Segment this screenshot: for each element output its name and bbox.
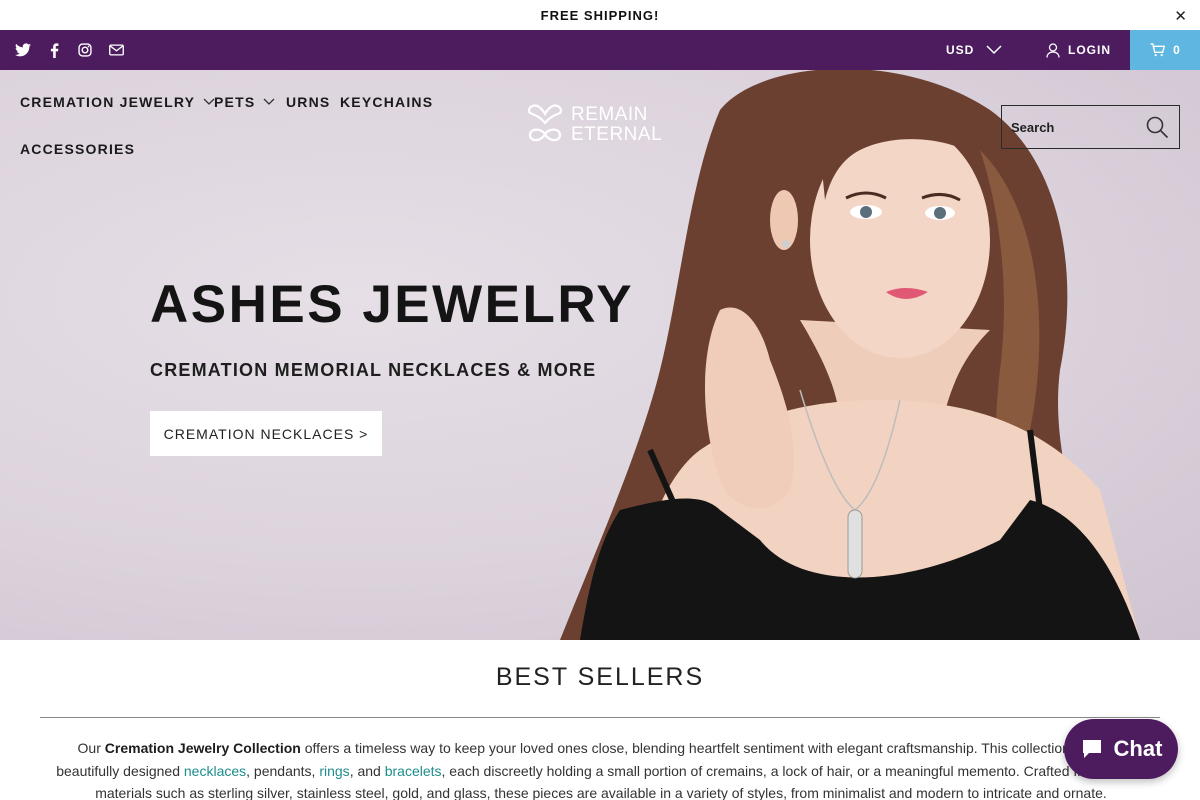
close-icon[interactable]: ✕ xyxy=(1174,7,1188,25)
rings-link[interactable]: rings xyxy=(319,763,349,779)
nav-item-keychains[interactable]: KEYCHAINS xyxy=(340,94,433,110)
chat-button[interactable]: Chat xyxy=(1064,719,1178,779)
chat-label: Chat xyxy=(1113,736,1163,761)
site-logo[interactable]: REMAIN ETERNAL xyxy=(527,102,677,148)
logo-line-2: ETERNAL xyxy=(571,124,663,145)
necklaces-link[interactable]: necklaces xyxy=(184,763,246,779)
user-icon xyxy=(1046,42,1060,58)
nav-item-accessories[interactable]: ACCESSORIES xyxy=(20,141,135,157)
search-box xyxy=(1001,105,1180,149)
hero-title: ASHES JEWELRY xyxy=(150,275,635,334)
divider xyxy=(40,717,1160,718)
cart-button[interactable]: 0 xyxy=(1130,30,1200,70)
nav-item-label: URNS xyxy=(286,94,331,110)
collection-intro: Our Cremation Jewelry Collection offers … xyxy=(56,737,1146,800)
search-input[interactable] xyxy=(1002,106,1142,148)
hero-subtitle: CREMATION MEMORIAL NECKLACES & MORE xyxy=(150,360,597,380)
hero-cta-button[interactable]: CREMATION NECKLACES > xyxy=(150,411,382,456)
cart-icon xyxy=(1150,43,1166,57)
search-icon[interactable] xyxy=(1145,115,1169,139)
intro-bold-text: Cremation Jewelry Collection xyxy=(104,740,301,756)
currency-value: USD xyxy=(946,43,975,57)
login-link[interactable]: LOGIN xyxy=(1046,30,1111,70)
nav-item-urns[interactable]: URNS xyxy=(286,94,330,110)
email-icon[interactable] xyxy=(107,41,125,59)
hero-banner: ASHES JEWELRY CREMATION MEMORIAL NECKLAC… xyxy=(0,70,1200,640)
nav-item-cremation-jewelry[interactable]: CREMATION JEWELRY xyxy=(20,94,215,110)
chevron-down-icon xyxy=(986,45,1002,55)
nav-item-label: KEYCHAINS xyxy=(340,94,434,110)
intro-text: , pendants, xyxy=(246,762,320,779)
announcement-bar: FREE SHIPPING! ✕ xyxy=(0,0,1200,30)
chat-bubble-icon xyxy=(1082,740,1101,758)
top-bar: USD LOGIN 0 xyxy=(0,30,1200,70)
social-links xyxy=(14,30,125,70)
nav-item-pets[interactable]: PETS xyxy=(214,94,275,110)
login-label: LOGIN xyxy=(1068,43,1111,57)
bracelets-link[interactable]: bracelets xyxy=(385,763,442,779)
nav-item-label: ACCESSORIES xyxy=(20,141,136,157)
intro-text: , and xyxy=(349,762,385,779)
logo-line-1: REMAIN xyxy=(571,104,648,125)
cart-count: 0 xyxy=(1173,43,1180,57)
facebook-icon[interactable] xyxy=(45,41,63,59)
chevron-down-icon xyxy=(263,98,275,105)
currency-selector[interactable]: USD xyxy=(946,30,1002,70)
announcement-text: FREE SHIPPING! xyxy=(540,7,660,23)
logo-text: REMAIN ETERNAL xyxy=(571,105,662,145)
intro-text: Our xyxy=(77,740,105,756)
nav-item-label: CREMATION JEWELRY xyxy=(20,94,196,110)
instagram-icon[interactable] xyxy=(76,41,94,59)
twitter-icon[interactable] xyxy=(14,41,32,59)
best-sellers-heading: BEST SELLERS xyxy=(495,663,705,691)
hero-model-image xyxy=(560,70,1140,640)
infinity-heart-icon xyxy=(527,104,563,142)
nav-item-label: PETS xyxy=(214,94,256,110)
